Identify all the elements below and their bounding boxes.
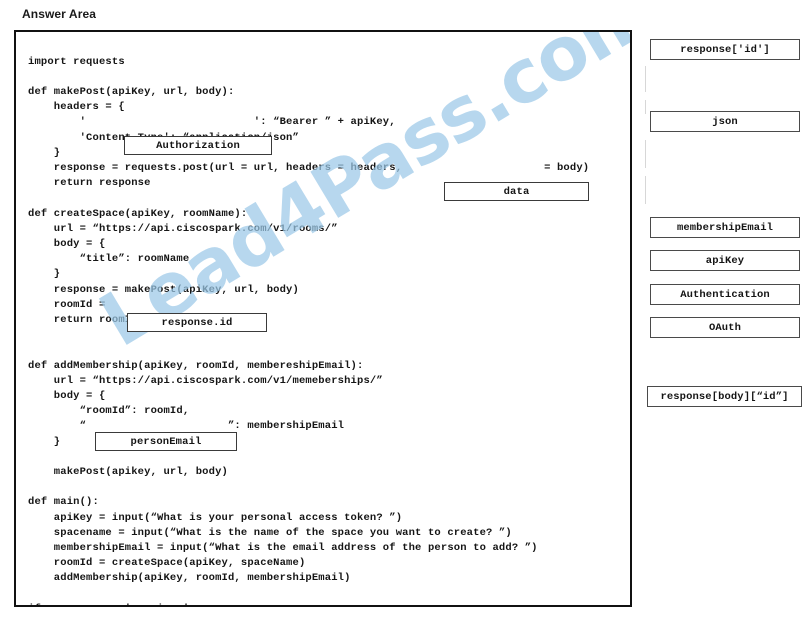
option-separator-tick xyxy=(645,140,646,168)
options-column: response['id'] json membershipEmail apiK… xyxy=(645,0,803,617)
option-separator-tick xyxy=(645,100,646,114)
answer-area-label: Answer Area xyxy=(22,7,97,21)
slot-data[interactable]: data xyxy=(444,182,589,201)
option-response-body-id[interactable]: response[body][“id”] xyxy=(647,386,802,407)
option-oauth[interactable]: OAuth xyxy=(650,317,800,338)
option-separator-tick xyxy=(645,66,646,92)
option-separator-tick xyxy=(645,176,646,204)
slot-authorization[interactable]: Authorization xyxy=(124,136,272,155)
option-membership-email[interactable]: membershipEmail xyxy=(650,217,800,238)
code-text: import requests def makePost(apiKey, url… xyxy=(28,55,590,606)
slot-response-id[interactable]: response.id xyxy=(127,313,267,332)
option-authentication[interactable]: Authentication xyxy=(650,284,800,305)
option-json[interactable]: json xyxy=(650,111,800,132)
option-api-key[interactable]: apiKey xyxy=(650,250,800,271)
slot-person-email[interactable]: personEmail xyxy=(95,432,237,451)
code-panel: Lead4Pass.com import requests def makePo… xyxy=(14,30,632,607)
option-response-id-bracket[interactable]: response['id'] xyxy=(650,39,800,60)
